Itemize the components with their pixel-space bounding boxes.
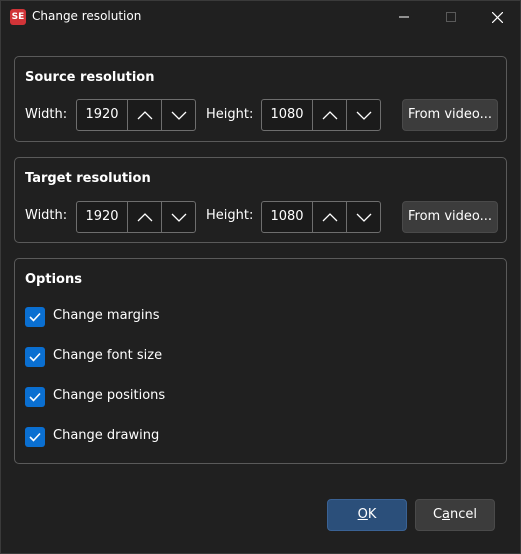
checkmark-icon xyxy=(29,352,41,362)
app-icon: SE xyxy=(10,9,26,25)
close-icon xyxy=(491,11,503,23)
minimize-icon xyxy=(399,16,409,18)
source-height-decrement-button[interactable] xyxy=(346,100,380,130)
checkmark-icon xyxy=(29,392,41,402)
ok-button[interactable]: OK xyxy=(327,499,407,531)
change-font-size-label: Change font size xyxy=(53,348,163,363)
maximize-button[interactable] xyxy=(428,1,474,33)
change-margins-checkbox[interactable] xyxy=(25,307,45,327)
source-height-increment-button[interactable] xyxy=(313,100,346,130)
source-from-video-button[interactable]: From video... xyxy=(402,99,498,131)
source-width-label: Width: xyxy=(25,107,68,122)
change-resolution-dialog: SE Change resolution Source resolution W… xyxy=(0,0,521,554)
chevron-down-icon xyxy=(171,213,186,222)
checkmark-icon xyxy=(29,432,41,442)
source-resolution-group: Source resolution Width: 1920 Height: 10… xyxy=(14,56,507,142)
cancel-label-start: C xyxy=(432,507,443,522)
target-width-increment-button[interactable] xyxy=(128,202,161,232)
chevron-up-icon xyxy=(322,212,337,221)
change-margins-label: Change margins xyxy=(53,308,160,323)
chevron-down-icon xyxy=(356,213,371,222)
target-from-video-button[interactable]: From video... xyxy=(402,201,498,233)
source-height-label: Height: xyxy=(206,107,254,122)
target-height-increment-button[interactable] xyxy=(313,202,346,232)
source-height-input[interactable]: 1080 xyxy=(262,100,313,130)
cancel-button[interactable]: Cancel xyxy=(415,499,495,531)
close-button[interactable] xyxy=(474,1,520,33)
change-positions-checkbox[interactable] xyxy=(25,387,45,407)
chevron-down-icon xyxy=(171,111,186,120)
maximize-icon xyxy=(446,12,456,22)
change-drawing-checkbox[interactable] xyxy=(25,427,45,447)
target-width-decrement-button[interactable] xyxy=(161,202,195,232)
source-height-spinner: 1080 xyxy=(261,99,381,131)
change-positions-label: Change positions xyxy=(53,388,166,403)
source-width-spinner: 1920 xyxy=(76,99,196,131)
target-resolution-title: Target resolution xyxy=(25,171,151,186)
target-height-input[interactable]: 1080 xyxy=(262,202,313,232)
chevron-up-icon xyxy=(137,212,152,221)
source-width-input[interactable]: 1920 xyxy=(77,100,128,130)
chevron-up-icon xyxy=(322,110,337,119)
ok-mnemonic: O xyxy=(357,507,368,522)
target-height-spinner: 1080 xyxy=(261,201,381,233)
ok-label: K xyxy=(367,507,377,522)
window-title: Change resolution xyxy=(32,9,142,23)
target-height-decrement-button[interactable] xyxy=(346,202,380,232)
checkmark-icon xyxy=(29,312,41,322)
target-width-input[interactable]: 1920 xyxy=(77,202,128,232)
options-title: Options xyxy=(25,272,82,287)
change-font-size-checkbox[interactable] xyxy=(25,347,45,367)
source-width-increment-button[interactable] xyxy=(128,100,161,130)
change-drawing-label: Change drawing xyxy=(53,428,160,443)
minimize-button[interactable] xyxy=(381,1,427,33)
target-width-spinner: 1920 xyxy=(76,201,196,233)
source-resolution-title: Source resolution xyxy=(25,70,155,85)
target-resolution-group: Target resolution Width: 1920 Height: 10… xyxy=(14,157,507,243)
cancel-label-end: ncel xyxy=(450,507,478,522)
chevron-up-icon xyxy=(137,110,152,119)
chevron-down-icon xyxy=(356,111,371,120)
source-width-decrement-button[interactable] xyxy=(161,100,195,130)
title-bar: SE Change resolution xyxy=(1,1,520,33)
target-height-label: Height: xyxy=(206,208,254,223)
cancel-mnemonic: a xyxy=(442,507,451,522)
target-width-label: Width: xyxy=(25,208,68,223)
options-group: Options Change margins Change font size … xyxy=(14,258,507,464)
